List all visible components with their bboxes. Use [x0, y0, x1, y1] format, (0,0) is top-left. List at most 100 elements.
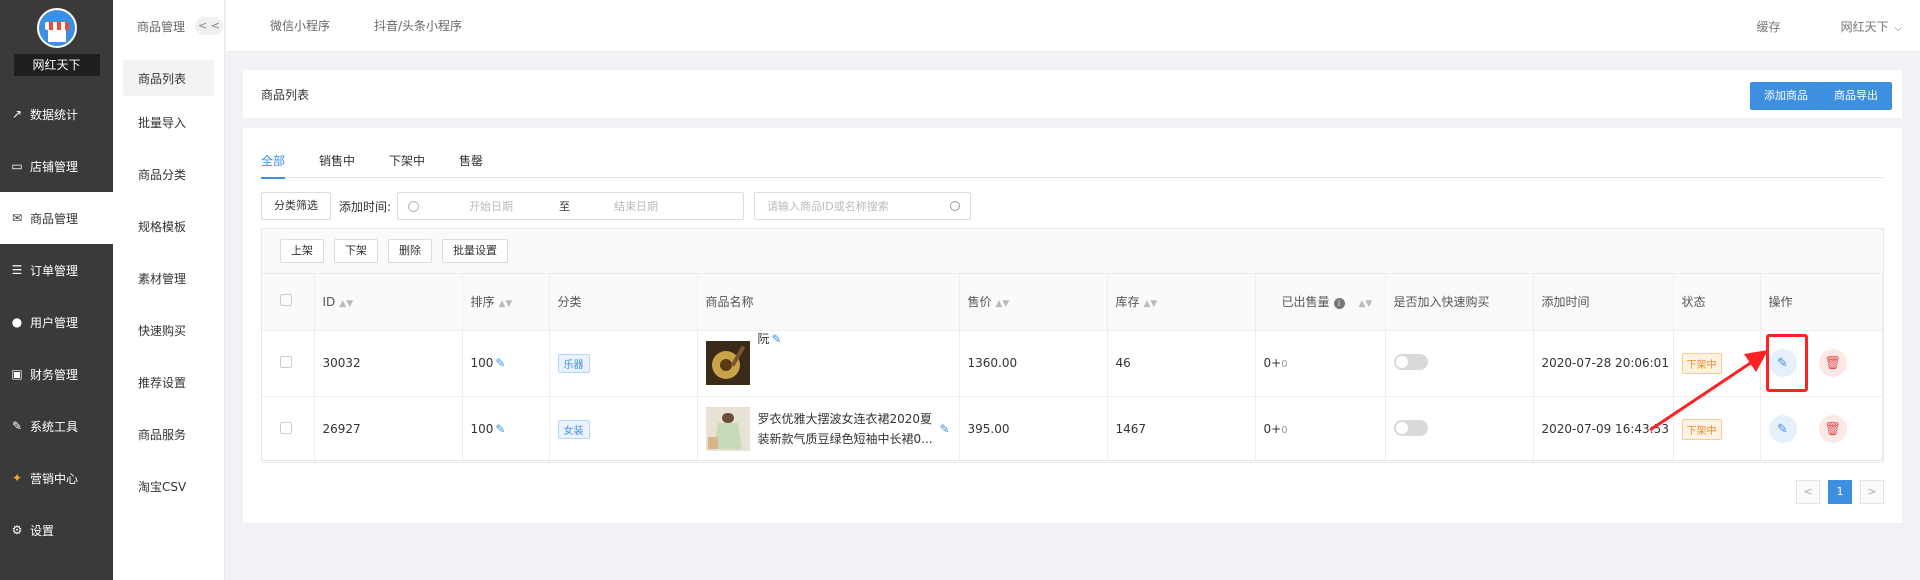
annotation-arrow-icon — [1649, 350, 1768, 432]
tab-all[interactable]: 全部 — [261, 152, 286, 179]
subnav-title: 商品管理 — [137, 19, 186, 34]
logo-area: 网红天下 — [0, 0, 113, 88]
subnav-item-recommend[interactable]: 推荐设置 — [113, 356, 224, 408]
edit-name-pencil-icon[interactable]: ✎ — [940, 422, 950, 436]
header-id[interactable]: ID ▲▼ — [314, 274, 463, 331]
next-page-button[interactable]: > — [1860, 480, 1884, 504]
sidebar-item-tools[interactable]: ✎ 系统工具 — [0, 400, 113, 452]
trash-icon: 🗑 — [1824, 421, 1841, 437]
subnav-item-service[interactable]: 商品服务 — [113, 408, 224, 460]
finance-icon: ▣ — [11, 367, 23, 381]
cell-stock: 46 — [1107, 330, 1256, 397]
sort-icon[interactable]: ▲▼ — [1359, 299, 1373, 309]
subnav-header: 商品管理 < < — [113, 0, 224, 52]
cell-id: 26927 — [314, 396, 463, 463]
sidebar-item-finance[interactable]: ▣ 财务管理 — [0, 348, 113, 400]
edit-sort-pencil-icon[interactable]: ✎ — [495, 356, 505, 370]
sort-icon[interactable]: ▲▼ — [339, 299, 353, 309]
list-on-shelf-button[interactable]: 上架 — [280, 239, 324, 263]
page-title: 商品列表 — [261, 87, 310, 102]
date-range-picker[interactable]: 开始日期 至 结束日期 — [397, 192, 745, 220]
tab-sold-out[interactable]: 售罄 — [459, 152, 483, 178]
clock-icon — [408, 200, 420, 212]
end-date-input[interactable]: 结束日期 — [614, 198, 658, 214]
sort-icon[interactable]: ▲▼ — [499, 299, 513, 309]
tab-off-shelf[interactable]: 下架中 — [389, 152, 425, 178]
category-tag: 乐器 — [557, 353, 590, 373]
batch-settings-button[interactable]: 批量设置 — [442, 239, 508, 263]
row-select-cell — [262, 330, 315, 397]
info-icon[interactable]: i — [1333, 298, 1345, 310]
top-right-area: 缓存 网红天下 ⌵ — [1727, 0, 1902, 52]
sub-sidebar: 商品管理 < < 商品列表 批量导入 商品分类 规格模板 素材管理 快速购买 推… — [113, 0, 225, 580]
header-actions: 操作 — [1760, 274, 1883, 331]
search-input[interactable]: 请输入商品ID或名称搜索 — [754, 192, 972, 220]
subnav-item-batch-import[interactable]: 批量导入 — [113, 96, 224, 148]
header-sold[interactable]: 已出售量 i ▲▼ — [1255, 274, 1386, 331]
goods-list-card: 全部 销售中 下架中 售罄 分类筛选 添加时间: 开始日期 至 结束日期 请输入… — [243, 128, 1902, 523]
sidebar-item-settings[interactable]: ⚙ 设置 — [0, 504, 113, 556]
header-sort[interactable]: 排序 ▲▼ — [462, 274, 550, 331]
top-bar: 微信小程序 抖音/头条小程序 缓存 网红天下 ⌵ — [226, 0, 1920, 52]
row-checkbox[interactable] — [280, 421, 292, 434]
subnav-item-taobao-csv[interactable]: 淘宝CSV — [113, 460, 224, 512]
subnav-item-spec-template[interactable]: 规格模板 — [113, 200, 224, 252]
cell-name: 罗衣优雅大摆波女连衣裙2020夏装新款气质豆绿色短袖中长裙0... ✎ — [697, 396, 960, 463]
sort-icon[interactable]: ▲▼ — [996, 299, 1010, 309]
trash-icon: 🗑 — [1824, 355, 1841, 371]
delete-row-button[interactable]: 🗑 — [1818, 349, 1847, 377]
edit-sort-pencil-icon[interactable]: ✎ — [495, 422, 505, 436]
user-menu[interactable]: 网红天下 ⌵ — [1811, 18, 1902, 35]
edit-name-pencil-icon[interactable]: ✎ — [772, 332, 782, 346]
cell-id: 30032 — [314, 330, 463, 397]
export-goods-button[interactable]: 商品导出 — [1820, 82, 1892, 110]
sidebar-item-store[interactable]: ▭ 店铺管理 — [0, 140, 113, 192]
prev-page-button[interactable]: < — [1796, 480, 1820, 504]
quick-buy-toggle[interactable] — [1393, 353, 1428, 370]
subnav-item-goods-list[interactable]: 商品列表 — [123, 60, 214, 96]
cell-stock: 1467 — [1107, 396, 1256, 463]
delete-button[interactable]: 删除 — [388, 239, 432, 263]
marketing-icon: ✦ — [11, 471, 23, 485]
sidebar-item-marketing[interactable]: ✦ 营销中心 — [0, 452, 113, 504]
user-icon: ● — [11, 315, 23, 329]
product-thumbnail — [705, 407, 750, 451]
category-filter-button[interactable]: 分类筛选 — [261, 192, 331, 220]
start-date-input[interactable]: 开始日期 — [469, 198, 549, 214]
subnav-item-category[interactable]: 商品分类 — [113, 148, 224, 200]
tab-wechat-miniapp[interactable]: 微信小程序 — [270, 17, 330, 34]
chevron-down-icon: ⌵ — [1894, 22, 1902, 34]
store-logo-icon — [36, 8, 77, 48]
product-name: 阮 — [757, 332, 770, 346]
chart-line-icon: ↗ — [11, 107, 23, 121]
add-goods-button[interactable]: 添加商品 — [1750, 82, 1822, 110]
header-price[interactable]: 售价 ▲▼ — [959, 274, 1108, 331]
take-off-shelf-button[interactable]: 下架 — [334, 239, 378, 263]
status-tabs: 全部 销售中 下架中 售罄 — [261, 152, 1884, 179]
sidebar-item-orders[interactable]: ☰ 订单管理 — [0, 244, 113, 296]
tab-on-sale[interactable]: 销售中 — [319, 152, 355, 178]
row-checkbox[interactable] — [280, 355, 292, 368]
subnav-item-quick-buy[interactable]: 快速购买 — [113, 304, 224, 356]
category-tag: 女装 — [557, 419, 590, 439]
sidebar-item-goods[interactable]: ✉ 商品管理 — [0, 192, 113, 244]
subnav-item-materials[interactable]: 素材管理 — [113, 252, 224, 304]
sidebar-item-stats[interactable]: ↗ 数据统计 — [0, 88, 113, 140]
header-quick-buy: 是否加入快速购买 — [1385, 274, 1534, 331]
tab-douyin-miniapp[interactable]: 抖音/头条小程序 — [374, 17, 462, 34]
search-icon[interactable] — [950, 201, 961, 211]
bulk-action-bar: 上架 下架 删除 批量设置 — [262, 229, 1883, 274]
sort-icon[interactable]: ▲▼ — [1144, 299, 1158, 309]
page-1-button[interactable]: 1 — [1828, 480, 1852, 504]
quick-buy-toggle[interactable] — [1393, 419, 1428, 436]
delete-row-button[interactable]: 🗑 — [1818, 415, 1847, 443]
cache-link[interactable]: 缓存 — [1757, 18, 1781, 35]
select-all-header — [262, 274, 315, 331]
select-all-checkbox[interactable] — [280, 294, 292, 307]
main-sidebar: 网红天下 ↗ 数据统计 ▭ 店铺管理 ✉ 商品管理 ☰ 订单管理 ● 用户管理 ▣ 财务管理… — [0, 0, 113, 580]
cell-category: 乐器 — [549, 330, 698, 397]
header-stock[interactable]: 库存 ▲▼ — [1107, 274, 1256, 331]
cell-sort: 100 ✎ — [462, 396, 550, 463]
sidebar-item-users[interactable]: ● 用户管理 — [0, 296, 113, 348]
collapse-button[interactable]: < < — [195, 17, 224, 35]
